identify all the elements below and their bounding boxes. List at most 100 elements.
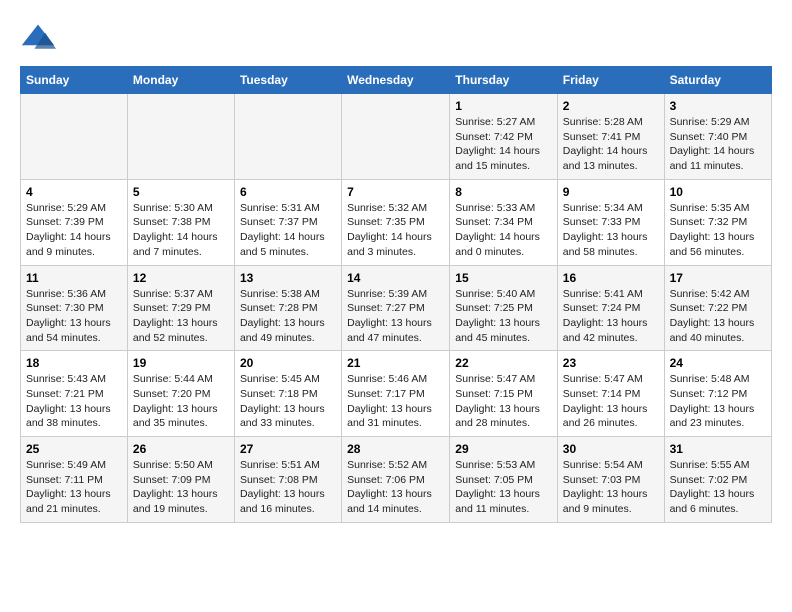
day-number: 29 [455,442,552,456]
day-number: 5 [133,185,229,199]
calendar-table: SundayMondayTuesdayWednesdayThursdayFrid… [20,66,772,523]
day-number: 28 [347,442,444,456]
calendar-cell: 21 Sunrise: 5:46 AM Sunset: 7:17 PM Dayli… [342,351,450,437]
day-detail: Sunrise: 5:54 AM Sunset: 7:03 PM Dayligh… [563,458,659,517]
day-number: 11 [26,271,122,285]
day-number: 17 [670,271,766,285]
day-number: 15 [455,271,552,285]
calendar-cell: 20Sunrise: 5:45 AM Sunset: 7:18 PM Dayli… [234,351,341,437]
day-number: 14 [347,271,444,285]
day-detail: Sunrise: 5:37 AM Sunset: 7:29 PM Dayligh… [133,287,229,346]
day-number: 7 [347,185,444,199]
page-header [20,20,772,56]
day-detail: Sunrise: 5:30 AM Sunset: 7:38 PM Dayligh… [133,201,229,260]
day-detail: Sunrise: 5:34 AM Sunset: 7:33 PM Dayligh… [563,201,659,260]
day-detail: Sunrise: 5:47 AM Sunset: 7:14 PM Dayligh… [563,372,659,431]
day-detail: Sunrise: 5:53 AM Sunset: 7:05 PM Dayligh… [455,458,552,517]
day-detail: Sunrise: 5:44 AM Sunset: 7:20 PM Dayligh… [133,372,229,431]
day-detail: Sunrise: 5:55 AM Sunset: 7:02 PM Dayligh… [670,458,766,517]
calendar-cell: 17Sunrise: 5:42 AM Sunset: 7:22 PM Dayli… [664,265,771,351]
weekday-header-tuesday: Tuesday [234,67,341,94]
day-number: 9 [563,185,659,199]
calendar-cell: 23Sunrise: 5:47 AM Sunset: 7:14 PM Dayli… [557,351,664,437]
calendar-cell: 29 Sunrise: 5:53 AM Sunset: 7:05 PM Dayli… [450,437,558,523]
calendar-cell: 27Sunrise: 5:51 AM Sunset: 7:08 PM Dayli… [234,437,341,523]
weekday-row: SundayMondayTuesdayWednesdayThursdayFrid… [21,67,772,94]
day-number: 16 [563,271,659,285]
calendar-cell: 10 Sunrise: 5:35 AM Sunset: 7:32 PM Dayli… [664,179,771,265]
day-number: 6 [240,185,336,199]
day-number: 27 [240,442,336,456]
day-number: 24 [670,356,766,370]
day-number: 12 [133,271,229,285]
calendar-cell [234,94,341,180]
day-number: 21 [347,356,444,370]
calendar-cell: 12 Sunrise: 5:37 AM Sunset: 7:29 PM Dayli… [127,265,234,351]
day-detail: Sunrise: 5:31 AM Sunset: 7:37 PM Dayligh… [240,201,336,260]
day-detail: Sunrise: 5:32 AM Sunset: 7:35 PM Dayligh… [347,201,444,260]
day-detail: Sunrise: 5:48 AM Sunset: 7:12 PM Dayligh… [670,372,766,431]
calendar-cell: 15Sunrise: 5:40 AM Sunset: 7:25 PM Dayli… [450,265,558,351]
calendar-week-3: 11 Sunrise: 5:36 AM Sunset: 7:30 PM Dayli… [21,265,772,351]
day-detail: Sunrise: 5:38 AM Sunset: 7:28 PM Dayligh… [240,287,336,346]
calendar-cell: 16 Sunrise: 5:41 AM Sunset: 7:24 PM Dayli… [557,265,664,351]
day-number: 3 [670,99,766,113]
day-detail: Sunrise: 5:52 AM Sunset: 7:06 PM Dayligh… [347,458,444,517]
day-number: 19 [133,356,229,370]
calendar-cell: 1 Sunrise: 5:27 AM Sunset: 7:42 PM Daylig… [450,94,558,180]
calendar-cell [21,94,128,180]
day-detail: Sunrise: 5:29 AM Sunset: 7:40 PM Dayligh… [670,115,766,174]
day-number: 13 [240,271,336,285]
calendar-week-5: 25 Sunrise: 5:49 AM Sunset: 7:11 PM Dayli… [21,437,772,523]
calendar-cell: 30 Sunrise: 5:54 AM Sunset: 7:03 PM Dayli… [557,437,664,523]
calendar-cell: 19 Sunrise: 5:44 AM Sunset: 7:20 PM Dayli… [127,351,234,437]
calendar-week-1: 1 Sunrise: 5:27 AM Sunset: 7:42 PM Daylig… [21,94,772,180]
day-detail: Sunrise: 5:28 AM Sunset: 7:41 PM Dayligh… [563,115,659,174]
day-detail: Sunrise: 5:46 AM Sunset: 7:17 PM Dayligh… [347,372,444,431]
calendar-cell: 14Sunrise: 5:39 AM Sunset: 7:27 PM Dayli… [342,265,450,351]
calendar-cell [127,94,234,180]
calendar-week-4: 18Sunrise: 5:43 AM Sunset: 7:21 PM Dayli… [21,351,772,437]
day-number: 2 [563,99,659,113]
calendar-cell: 5 Sunrise: 5:30 AM Sunset: 7:38 PM Daylig… [127,179,234,265]
weekday-header-monday: Monday [127,67,234,94]
day-number: 25 [26,442,122,456]
calendar-cell: 7 Sunrise: 5:32 AM Sunset: 7:35 PM Daylig… [342,179,450,265]
day-number: 10 [670,185,766,199]
calendar-cell [342,94,450,180]
calendar-cell: 9 Sunrise: 5:34 AM Sunset: 7:33 PM Daylig… [557,179,664,265]
calendar-cell: 4 Sunrise: 5:29 AM Sunset: 7:39 PM Daylig… [21,179,128,265]
weekday-header-sunday: Sunday [21,67,128,94]
calendar-week-2: 4 Sunrise: 5:29 AM Sunset: 7:39 PM Daylig… [21,179,772,265]
calendar-cell: 24 Sunrise: 5:48 AM Sunset: 7:12 PM Dayli… [664,351,771,437]
calendar-cell: 8Sunrise: 5:33 AM Sunset: 7:34 PM Daylig… [450,179,558,265]
day-detail: Sunrise: 5:47 AM Sunset: 7:15 PM Dayligh… [455,372,552,431]
day-detail: Sunrise: 5:35 AM Sunset: 7:32 PM Dayligh… [670,201,766,260]
day-detail: Sunrise: 5:41 AM Sunset: 7:24 PM Dayligh… [563,287,659,346]
calendar-cell: 28 Sunrise: 5:52 AM Sunset: 7:06 PM Dayli… [342,437,450,523]
calendar-cell: 6 Sunrise: 5:31 AM Sunset: 7:37 PM Daylig… [234,179,341,265]
day-number: 8 [455,185,552,199]
day-number: 22 [455,356,552,370]
weekday-header-saturday: Saturday [664,67,771,94]
day-detail: Sunrise: 5:50 AM Sunset: 7:09 PM Dayligh… [133,458,229,517]
logo-icon [20,20,56,56]
day-number: 26 [133,442,229,456]
calendar-cell: 2 Sunrise: 5:28 AM Sunset: 7:41 PM Daylig… [557,94,664,180]
day-detail: Sunrise: 5:45 AM Sunset: 7:18 PM Dayligh… [240,372,336,431]
calendar-cell: 13 Sunrise: 5:38 AM Sunset: 7:28 PM Dayli… [234,265,341,351]
day-detail: Sunrise: 5:27 AM Sunset: 7:42 PM Dayligh… [455,115,552,174]
day-number: 31 [670,442,766,456]
day-detail: Sunrise: 5:29 AM Sunset: 7:39 PM Dayligh… [26,201,122,260]
day-detail: Sunrise: 5:49 AM Sunset: 7:11 PM Dayligh… [26,458,122,517]
calendar-header: SundayMondayTuesdayWednesdayThursdayFrid… [21,67,772,94]
day-number: 1 [455,99,552,113]
calendar-cell: 11 Sunrise: 5:36 AM Sunset: 7:30 PM Dayli… [21,265,128,351]
calendar-cell: 31 Sunrise: 5:55 AM Sunset: 7:02 PM Dayli… [664,437,771,523]
calendar-cell: 26 Sunrise: 5:50 AM Sunset: 7:09 PM Dayli… [127,437,234,523]
day-detail: Sunrise: 5:36 AM Sunset: 7:30 PM Dayligh… [26,287,122,346]
day-number: 30 [563,442,659,456]
weekday-header-friday: Friday [557,67,664,94]
day-number: 4 [26,185,122,199]
logo[interactable] [20,20,62,56]
